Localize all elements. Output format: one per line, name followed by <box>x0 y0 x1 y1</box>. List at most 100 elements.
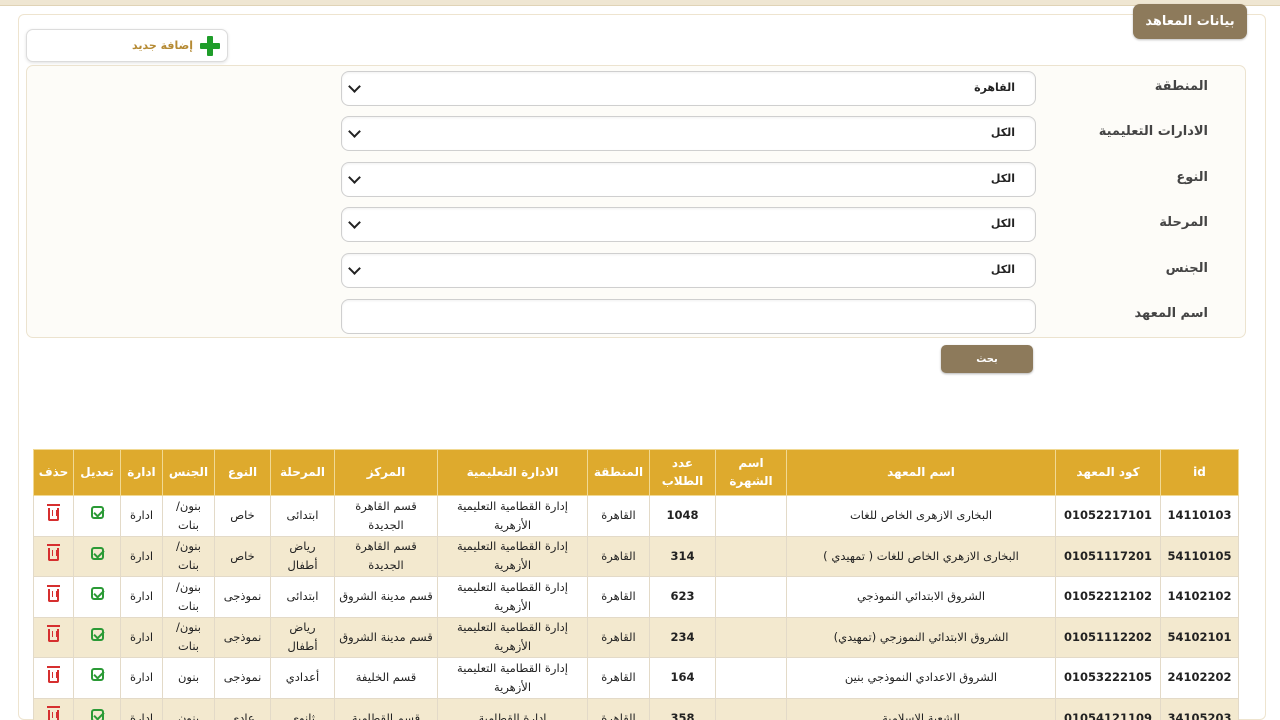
cell-students: 164 <box>649 657 716 699</box>
gender-select[interactable]: الكل <box>341 253 1036 288</box>
cell-students: 623 <box>649 576 716 618</box>
edit-icon[interactable] <box>90 668 104 682</box>
add-new-button[interactable]: إضافة جديد <box>26 29 228 62</box>
col-header-name[interactable]: اسم المعهد <box>786 449 1056 496</box>
trash-icon[interactable] <box>47 625 60 643</box>
table-row: 34105203 01054121109 الشعبة الاسلامية 35… <box>33 697 1239 720</box>
cell-code: 01054121109 <box>1055 697 1161 720</box>
cell-name: البخارى الازهرى الخاص للغات <box>786 495 1056 537</box>
cell-name: الشروق الابتدائي النموذجي <box>786 576 1056 618</box>
cell-id: 54110105 <box>1160 535 1239 577</box>
cell-region: القاهرة <box>587 616 650 658</box>
cell-name: الشروق الابتدائي النموزجي (تمهيدي) <box>786 616 1056 658</box>
col-header-edit: تعديل <box>73 449 121 496</box>
kind-select[interactable]: الكل <box>341 162 1036 197</box>
col-header-id[interactable]: id <box>1160 449 1239 496</box>
chevron-down-icon <box>348 216 361 229</box>
cell-region: القاهرة <box>587 697 650 720</box>
chevron-down-icon <box>348 171 361 184</box>
delete-cell[interactable] <box>33 616 74 658</box>
cell-nickname <box>715 657 787 699</box>
cell-center: قسم القاهرة الجديدة <box>334 495 438 537</box>
edit-icon[interactable] <box>90 506 104 520</box>
edit-cell[interactable] <box>73 657 121 699</box>
table-row: 14102102 01052212102 الشروق الابتدائي ال… <box>33 576 1239 618</box>
delete-cell[interactable] <box>33 535 74 577</box>
col-header-region[interactable]: المنطقة <box>587 449 650 496</box>
cell-kind: خاص <box>214 535 271 577</box>
filter-label-name: اسم المعهد <box>1134 306 1208 321</box>
admin-select[interactable]: الكل <box>341 116 1036 151</box>
edit-cell[interactable] <box>73 495 121 537</box>
results-table: id كود المعهد اسم المعهد اسم الشهرة عدد … <box>33 449 1239 720</box>
col-header-code[interactable]: كود المعهد <box>1055 449 1161 496</box>
edit-cell[interactable] <box>73 535 121 577</box>
col-header-center[interactable]: المركز <box>334 449 438 496</box>
kind-select-value: الكل <box>990 172 1015 185</box>
trash-icon[interactable] <box>47 584 60 602</box>
edit-icon[interactable] <box>90 546 104 560</box>
edit-icon[interactable] <box>90 627 104 641</box>
cell-gender: بنون/ بنات <box>162 495 215 537</box>
search-button[interactable]: بحث <box>941 345 1033 373</box>
cell-kind: نموذجى <box>214 576 271 618</box>
delete-cell[interactable] <box>33 495 74 537</box>
region-select[interactable]: القاهرة <box>341 71 1036 106</box>
col-header-kind[interactable]: النوع <box>214 449 271 496</box>
trash-icon[interactable] <box>47 544 60 562</box>
col-header-delete: حذف <box>33 449 74 496</box>
stage-select[interactable]: الكل <box>341 207 1036 242</box>
manage-link[interactable]: ادارة <box>120 495 163 537</box>
cell-code: 01051117201 <box>1055 535 1161 577</box>
cell-gender: بنون/ بنات <box>162 616 215 658</box>
trash-icon[interactable] <box>47 503 60 521</box>
cell-code: 01053222105 <box>1055 657 1161 699</box>
table-row: 54102101 01051112202 الشروق الابتدائي ال… <box>33 616 1239 658</box>
col-header-gender[interactable]: الجنس <box>162 449 215 496</box>
manage-link[interactable]: ادارة <box>120 535 163 577</box>
cell-nickname <box>715 576 787 618</box>
col-header-admin[interactable]: الادارة التعليمية <box>437 449 588 496</box>
institute-name-input[interactable] <box>341 299 1036 334</box>
table-header-row: id كود المعهد اسم المعهد اسم الشهرة عدد … <box>33 449 1239 496</box>
manage-link[interactable]: ادارة <box>120 616 163 658</box>
cell-code: 01052212102 <box>1055 576 1161 618</box>
region-select-value: القاهرة <box>974 81 1015 94</box>
filter-panel: المنطقة القاهرة الادارات التعليمية الكل … <box>26 65 1246 338</box>
chevron-down-icon <box>348 80 361 93</box>
cell-stage: رياض أطفال <box>270 535 335 577</box>
cell-region: القاهرة <box>587 576 650 618</box>
edit-cell[interactable] <box>73 697 121 720</box>
edit-icon[interactable] <box>90 587 104 601</box>
cell-gender: بنون <box>162 697 215 720</box>
cell-center: قسم مدينة الشروق <box>334 616 438 658</box>
cell-students: 358 <box>649 697 716 720</box>
cell-stage: ابتدائى <box>270 576 335 618</box>
cell-admin: إدارة القطامية التعليمية الأزهرية <box>437 657 588 699</box>
manage-link[interactable]: ادارة <box>120 657 163 699</box>
trash-icon[interactable] <box>47 665 60 683</box>
col-header-stage[interactable]: المرحلة <box>270 449 335 496</box>
table-row: 54110105 01051117201 البخارى الازهري الخ… <box>33 535 1239 577</box>
trash-icon[interactable] <box>47 706 60 720</box>
delete-cell[interactable] <box>33 657 74 699</box>
manage-link[interactable]: ادارة <box>120 576 163 618</box>
page-title: بيانات المعاهد <box>1133 4 1247 39</box>
delete-cell[interactable] <box>33 697 74 720</box>
manage-link[interactable]: ادارة <box>120 697 163 720</box>
delete-cell[interactable] <box>33 576 74 618</box>
cell-students: 1048 <box>649 495 716 537</box>
cell-kind: خاص <box>214 495 271 537</box>
edit-cell[interactable] <box>73 616 121 658</box>
cell-stage: ابتدائى <box>270 495 335 537</box>
cell-nickname <box>715 535 787 577</box>
cell-region: القاهرة <box>587 535 650 577</box>
edit-icon[interactable] <box>90 708 104 720</box>
col-header-students[interactable]: عدد الطلاب <box>649 449 716 496</box>
cell-name: الشروق الاعدادي النموذجي بنين <box>786 657 1056 699</box>
plus-icon <box>199 35 221 57</box>
col-header-nickname[interactable]: اسم الشهرة <box>715 449 787 496</box>
cell-admin: إدارة القطامية <box>437 697 588 720</box>
gender-select-value: الكل <box>990 263 1015 276</box>
edit-cell[interactable] <box>73 576 121 618</box>
